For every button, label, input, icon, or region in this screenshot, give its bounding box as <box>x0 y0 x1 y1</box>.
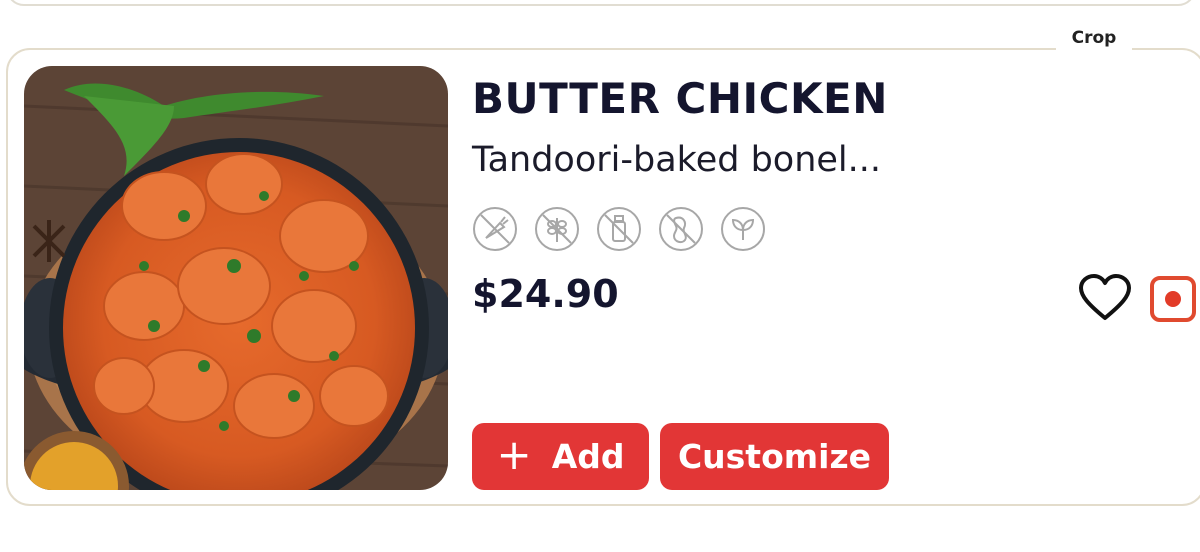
record-button[interactable] <box>1150 276 1196 322</box>
no-gluten-icon <box>535 207 579 251</box>
no-dairy-icon <box>597 207 641 251</box>
previous-card <box>6 0 1196 6</box>
item-title: BUTTER CHICKEN <box>472 74 888 123</box>
butter-chicken-image[interactable] <box>24 66 448 490</box>
item-price: $24.90 <box>472 272 619 316</box>
item-description: Tandoori-baked bonel... <box>472 140 882 180</box>
record-icon <box>1165 291 1181 307</box>
add-button[interactable]: + Add <box>472 423 649 490</box>
add-button-label: Add <box>551 437 625 476</box>
no-peanut-icon <box>659 207 703 251</box>
no-carrot-icon <box>473 207 517 251</box>
heart-icon <box>1079 274 1131 320</box>
dietary-icons <box>472 206 766 252</box>
plus-icon: + <box>496 429 532 479</box>
crop-label[interactable]: Crop <box>1056 24 1132 52</box>
customize-button-label: Customize <box>677 437 872 476</box>
vegan-leaf-icon <box>721 207 765 251</box>
customize-button[interactable]: Customize <box>660 423 889 490</box>
favorite-button[interactable] <box>1078 274 1132 322</box>
